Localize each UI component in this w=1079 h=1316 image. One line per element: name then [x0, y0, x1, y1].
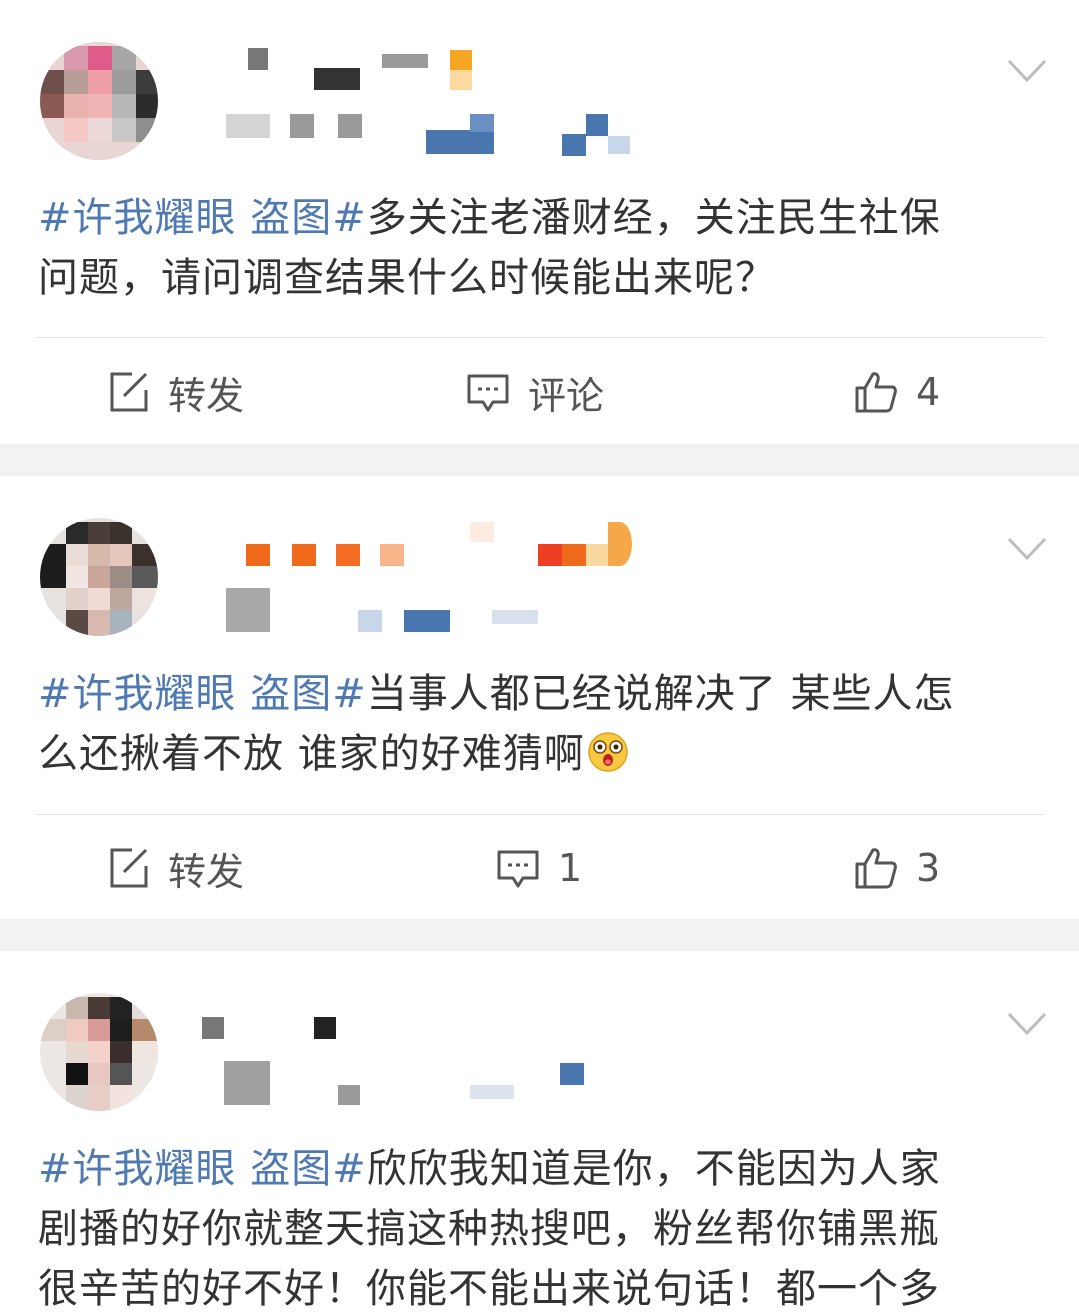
divider: [36, 337, 1044, 338]
chevron-down-icon[interactable]: [1007, 536, 1047, 562]
repost-edit-icon: [110, 372, 148, 412]
username-blurred[interactable]: [190, 40, 690, 160]
like-count: 3: [916, 846, 941, 890]
like-button[interactable]: 3: [854, 838, 940, 898]
avatar[interactable]: [40, 993, 158, 1111]
comment-card: #许我耀眼 盗图#多关注老潘财经，关注民生社保 问题，请问调查结果什么时候能出来…: [0, 0, 1079, 444]
shocked-face-emoji: [587, 732, 628, 772]
like-button[interactable]: 4: [854, 362, 940, 422]
comment-card: #许我耀眼 盗图#欣欣我知道是你，不能因为人家 剧播的好你就整天搞这种热搜吧，粉…: [0, 951, 1079, 1316]
repost-label: 转发: [168, 373, 245, 418]
post-text: #许我耀眼 盗图#当事人都已经说解决了 某些人怎 么还揪着不放 谁家的好难猜啊: [38, 664, 1048, 784]
thumbs-up-icon: [855, 372, 897, 413]
like-count: 4: [916, 370, 941, 414]
post-text-line: 么还揪着不放 谁家的好难猜啊: [38, 731, 585, 777]
topic-link[interactable]: #许我耀眼 盗图#: [38, 195, 367, 241]
comment-bubble-icon: [467, 374, 509, 412]
avatar[interactable]: [40, 518, 158, 636]
post-text-line: 剧播的好你就整天搞这种热搜吧，粉丝帮你铺黑瓶: [38, 1206, 940, 1252]
post-text: #许我耀眼 盗图#欣欣我知道是你，不能因为人家 剧播的好你就整天搞这种热搜吧，粉…: [38, 1139, 1048, 1316]
post-text-line: 当事人都已经说解决了 某些人怎: [366, 671, 955, 717]
topic-link[interactable]: #许我耀眼 盗图#: [38, 671, 367, 717]
username-blurred[interactable]: [190, 991, 690, 1111]
post-text: #许我耀眼 盗图#多关注老潘财经，关注民生社保 问题，请问调查结果什么时候能出来…: [38, 188, 1048, 308]
comment-button[interactable]: 1: [496, 838, 582, 898]
comment-bubble-icon: [497, 850, 539, 888]
avatar[interactable]: [40, 42, 158, 160]
repost-button[interactable]: 转发: [106, 362, 244, 422]
comment-card: #许我耀眼 盗图#当事人都已经说解决了 某些人怎 么还揪着不放 谁家的好难猜啊 …: [0, 476, 1079, 919]
comment-button[interactable]: 评论: [466, 362, 604, 422]
post-text-line: 多关注老潘财经，关注民生社保: [366, 195, 941, 241]
post-text-line: 欣欣我知道是你，不能因为人家: [366, 1146, 941, 1192]
post-text-line: 很辛苦的好不好！你能不能出来说句话！都一个多: [38, 1266, 940, 1312]
repost-button[interactable]: 转发: [106, 838, 244, 898]
repost-edit-icon: [110, 848, 148, 888]
username-blurred[interactable]: [190, 516, 690, 636]
chevron-down-icon[interactable]: [1007, 58, 1047, 84]
post-text-line: 问题，请问调查结果什么时候能出来呢？: [38, 255, 776, 301]
thumbs-up-icon: [855, 848, 897, 889]
comment-label: 评论: [528, 373, 605, 418]
chevron-down-icon[interactable]: [1007, 1011, 1047, 1037]
topic-link[interactable]: #许我耀眼 盗图#: [38, 1146, 367, 1192]
repost-label: 转发: [168, 849, 245, 894]
divider: [36, 814, 1044, 815]
comment-count: 1: [558, 846, 583, 890]
